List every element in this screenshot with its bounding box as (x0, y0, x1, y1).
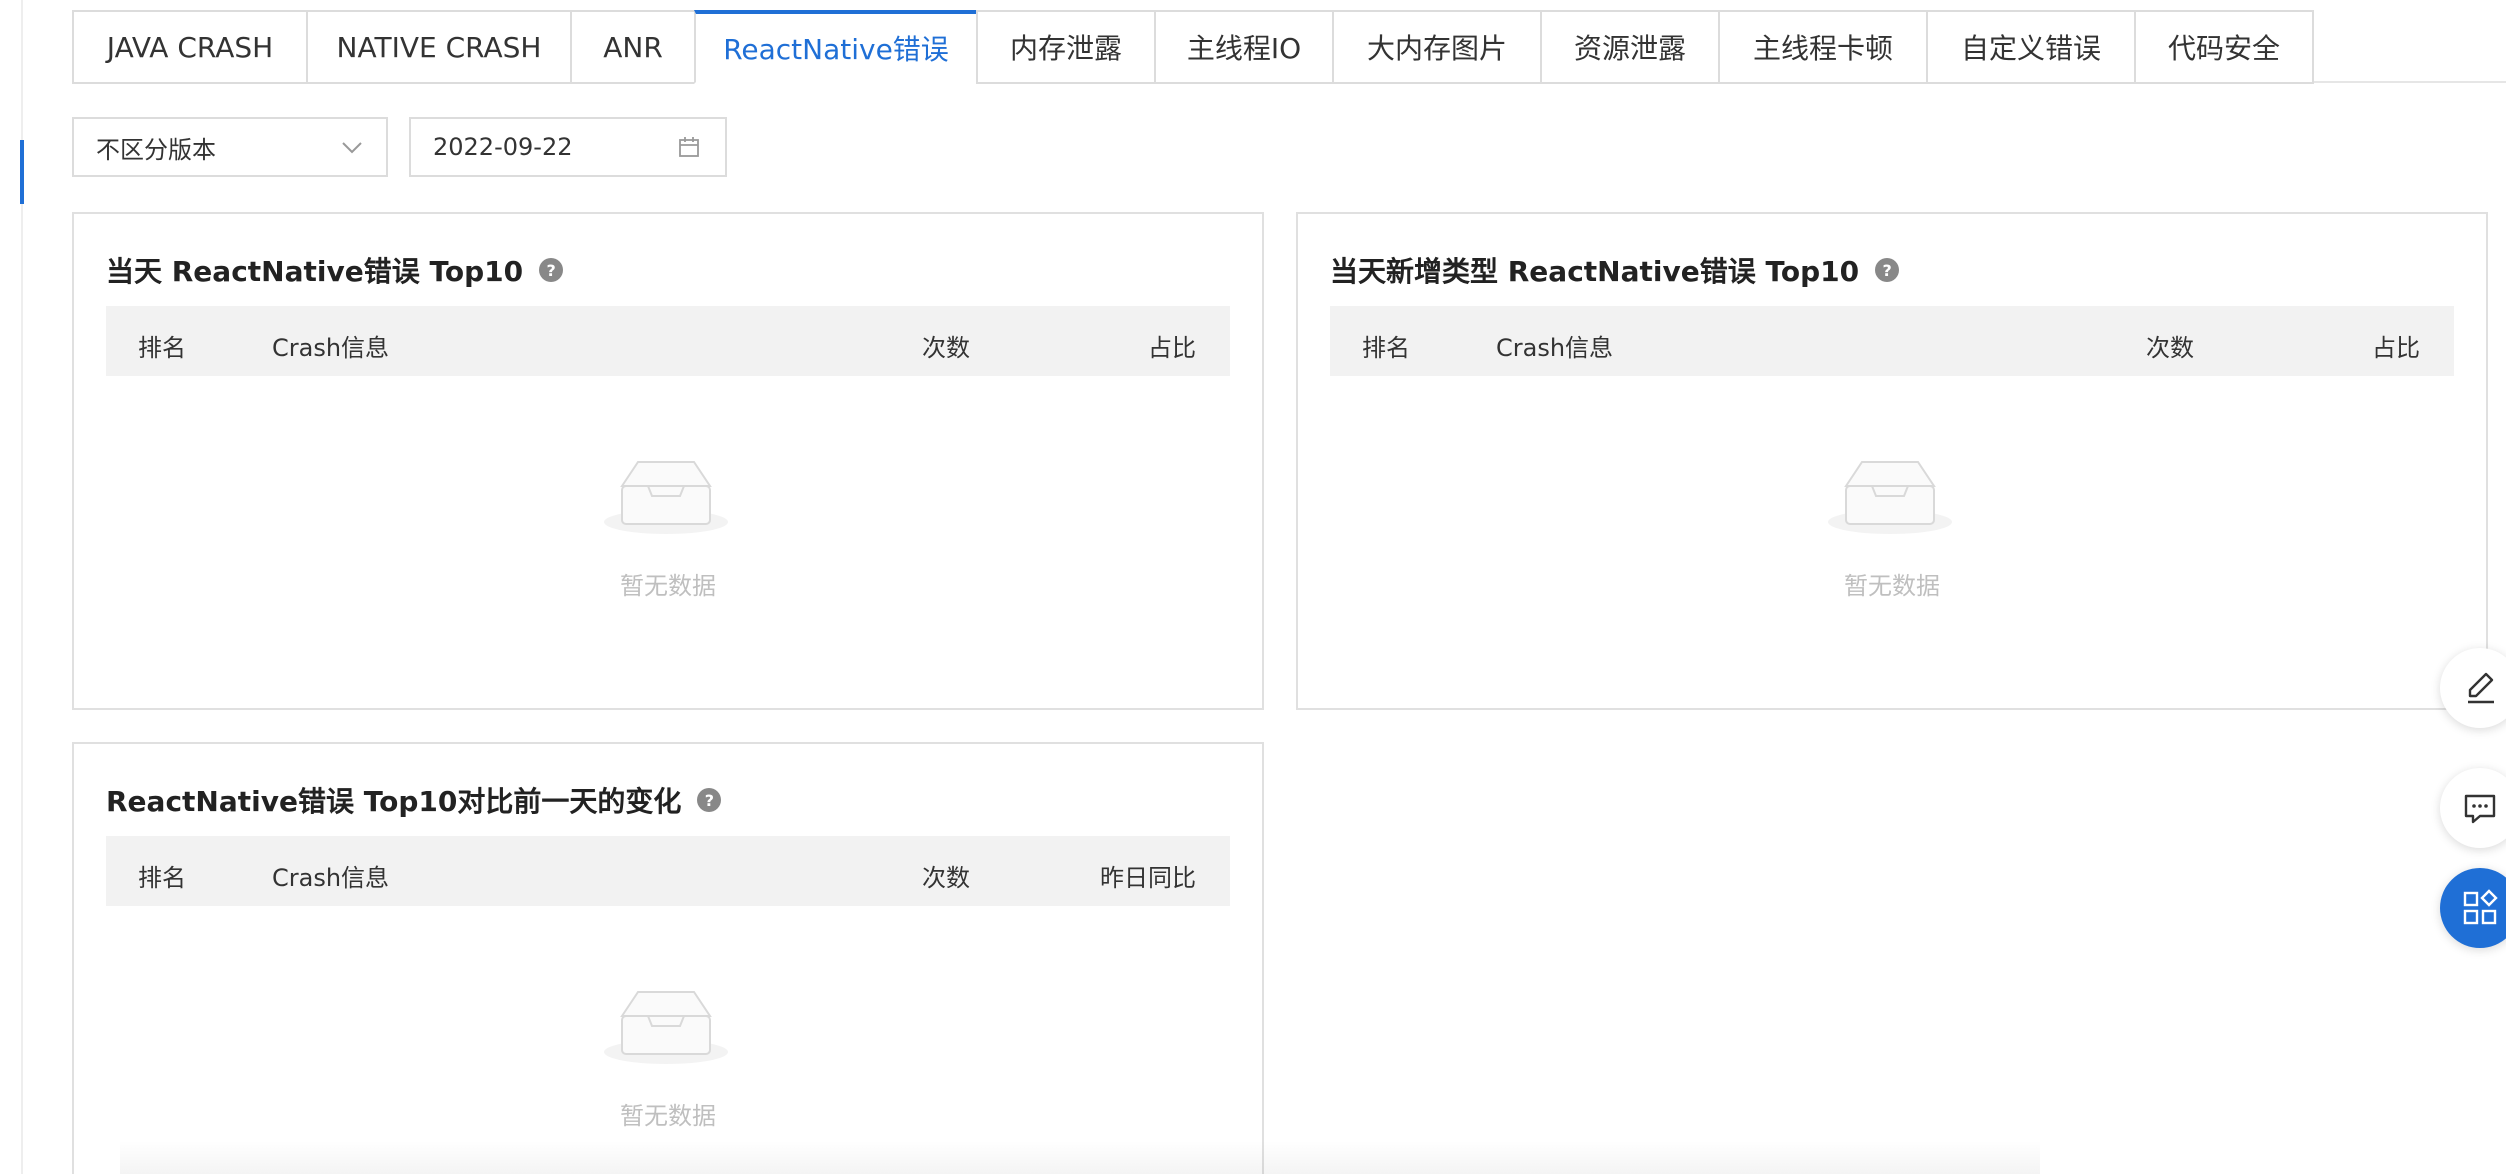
tab-code-security[interactable]: 代码安全 (2134, 10, 2314, 84)
panel-title-text: ReactNative错误 Top10对比前一天的变化 (106, 785, 682, 818)
table-header: 排名 Crash信息 次数 占比 (106, 306, 1230, 376)
empty-inbox-icon (604, 461, 728, 534)
apps-button[interactable] (2440, 868, 2506, 948)
edit-button[interactable] (2440, 648, 2506, 728)
tab-anr[interactable]: ANR (570, 10, 694, 84)
column-crash-info: Crash信息 (1496, 334, 1614, 362)
message-icon (2464, 794, 2496, 824)
panel-title-text: 当天 ReactNative错误 Top10 (106, 255, 524, 288)
column-crash-info: Crash信息 (272, 864, 390, 892)
empty-text: 暂无数据 (620, 1102, 716, 1130)
edit-icon (2468, 672, 2494, 704)
column-crash-info: Crash信息 (272, 334, 390, 362)
question-circle-icon[interactable]: ? (1875, 258, 1900, 282)
tab-main-thread-io[interactable]: 主线程IO (1154, 10, 1332, 84)
calendar-icon (679, 137, 699, 157)
panel-new-type-top10: 当天新增类型 ReactNative错误 Top10 ? 排名 Crash信息 … (1296, 212, 2488, 710)
empty-state: 暂无数据 (106, 906, 1230, 1174)
panel-title-text: 当天新增类型 ReactNative错误 Top10 (1330, 255, 1860, 288)
empty-text: 暂无数据 (620, 572, 716, 600)
empty-state: 暂无数据 (106, 376, 1230, 676)
tab-custom-error[interactable]: 自定义错误 (1926, 10, 2134, 84)
column-rank: 排名 (138, 864, 186, 892)
version-select-value: 不区分版本 (96, 135, 216, 164)
tab-large-image[interactable]: 大内存图片 (1332, 10, 1540, 84)
column-yesterday-compare: 昨日同比 (1100, 864, 1196, 892)
bottom-shadow (120, 1140, 2040, 1174)
sidebar-active-indicator (20, 140, 24, 204)
tab-reactnative-error[interactable]: ReactNative错误 (694, 10, 976, 84)
empty-inbox-icon (1828, 461, 1952, 534)
question-circle-icon[interactable]: ? (539, 258, 564, 282)
panel-title: ReactNative错误 Top10对比前一天的变化 ? (106, 780, 722, 820)
column-ratio: 占比 (1148, 334, 1196, 362)
column-rank: 排名 (1362, 334, 1410, 362)
tab-memory-leak[interactable]: 内存泄露 (976, 10, 1154, 84)
column-count: 次数 (922, 334, 970, 362)
empty-inbox-icon (604, 991, 728, 1064)
table-header: 排名 Crash信息 次数 占比 (1330, 306, 2454, 376)
panel-today-top10: 当天 ReactNative错误 Top10 ? 排名 Crash信息 次数 占… (72, 212, 1264, 710)
apps-icon (2463, 889, 2498, 925)
question-circle-icon[interactable]: ? (697, 788, 722, 812)
date-picker-value: 2022-09-22 (433, 133, 573, 161)
table-header: 排名 Crash信息 次数 昨日同比 (106, 836, 1230, 906)
panel-title: 当天 ReactNative错误 Top10 ? (106, 250, 564, 290)
tab-bar: JAVA CRASH NATIVE CRASH ANR ReactNative错… (72, 10, 2314, 84)
column-rank: 排名 (138, 334, 186, 362)
feedback-button[interactable] (2440, 768, 2506, 848)
tab-main-thread-jank[interactable]: 主线程卡顿 (1718, 10, 1926, 84)
column-count: 次数 (2146, 334, 2194, 362)
version-select[interactable]: 不区分版本 (72, 117, 388, 177)
tab-resource-leak[interactable]: 资源泄露 (1540, 10, 1718, 84)
tab-java-crash[interactable]: JAVA CRASH (72, 10, 306, 84)
panel-compare-top10: ReactNative错误 Top10对比前一天的变化 ? 排名 Crash信息… (72, 742, 1264, 1174)
empty-state: 暂无数据 (1330, 376, 2454, 676)
tab-native-crash[interactable]: NATIVE CRASH (306, 10, 570, 84)
column-count: 次数 (922, 864, 970, 892)
date-picker[interactable]: 2022-09-22 (409, 117, 727, 177)
panel-title: 当天新增类型 ReactNative错误 Top10 ? (1330, 250, 1900, 290)
chevron-down-icon (342, 142, 362, 154)
empty-text: 暂无数据 (1844, 572, 1940, 600)
page: JAVA CRASH NATIVE CRASH ANR ReactNative错… (0, 0, 2506, 1174)
column-ratio: 占比 (2372, 334, 2420, 362)
